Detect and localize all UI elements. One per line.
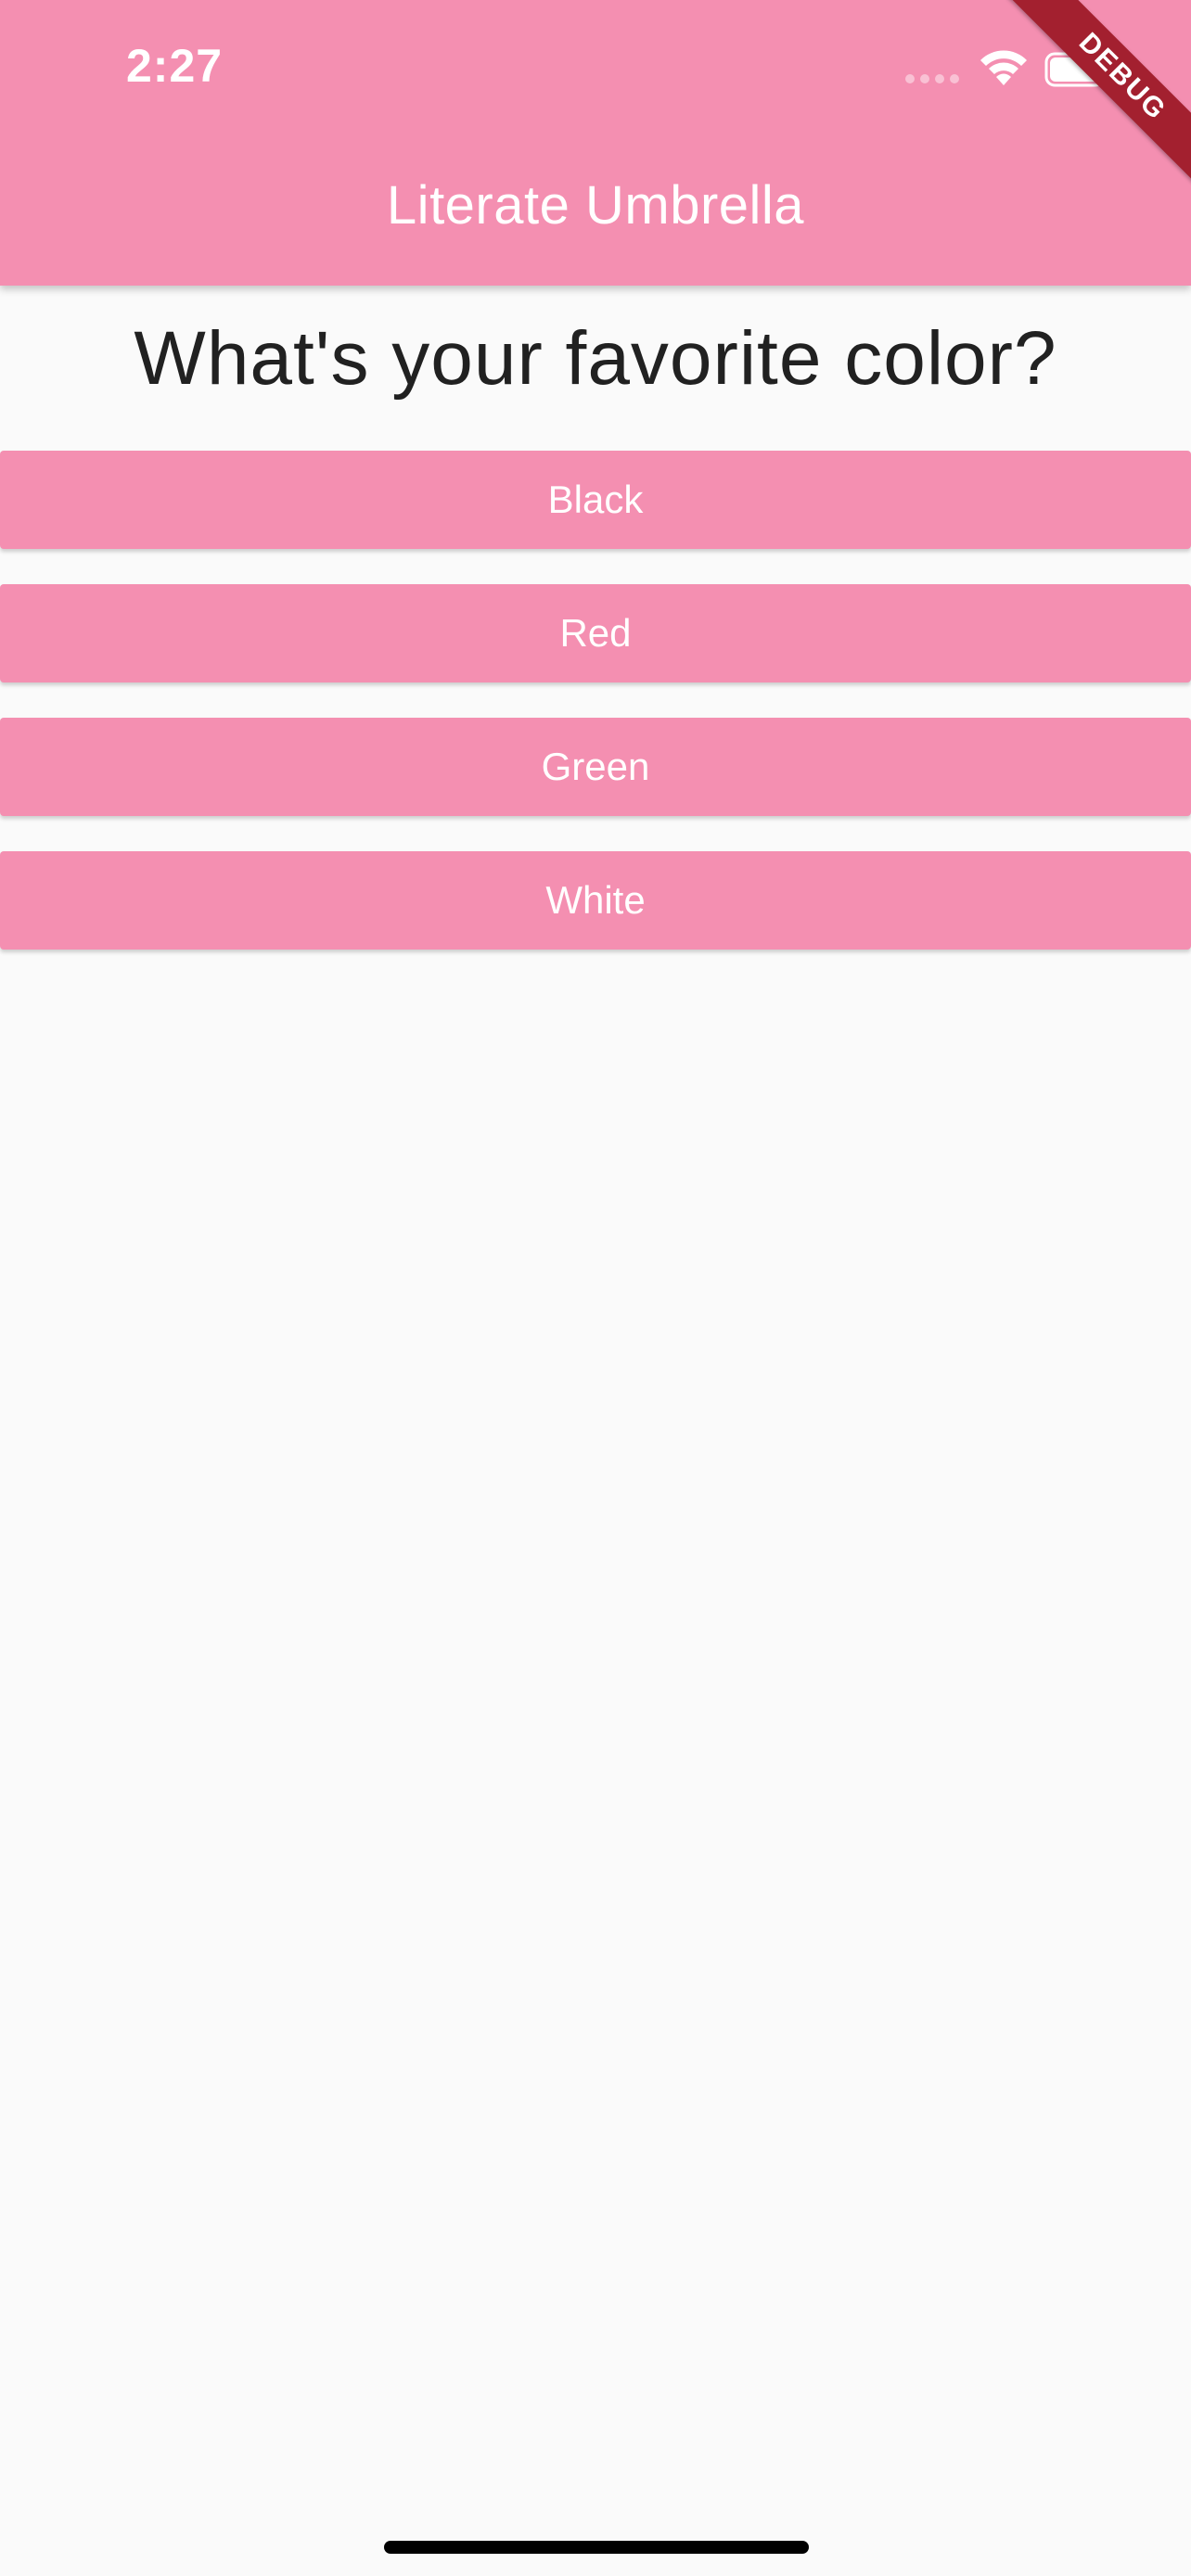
battery-icon — [1044, 52, 1111, 87]
answer-button-white[interactable]: White — [0, 851, 1191, 950]
home-indicator[interactable] — [384, 2541, 809, 2554]
app-bar-title: Literate Umbrella — [386, 175, 805, 236]
answer-button-black[interactable]: Black — [0, 451, 1191, 549]
answer-button-red[interactable]: Red — [0, 584, 1191, 682]
wifi-icon — [980, 50, 1027, 85]
app-bar: 2:27 Literate Umbrella — [0, 0, 1191, 286]
answer-button-green[interactable]: Green — [0, 718, 1191, 816]
status-bar-time: 2:27 — [126, 40, 224, 92]
question-text: What's your favorite color? — [134, 316, 1057, 401]
cellular-signal-icon — [905, 74, 959, 83]
